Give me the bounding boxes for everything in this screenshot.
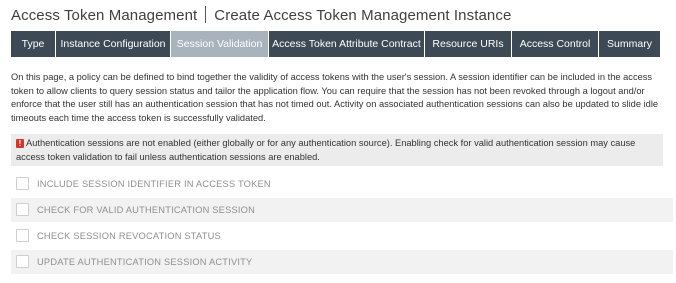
tab-access-control[interactable]: Access Control [512, 31, 598, 57]
include-session-identifier-checkbox[interactable] [16, 177, 29, 190]
warning-text: Authentication sessions are not enabled … [16, 138, 636, 162]
tab-summary[interactable]: Summary [599, 31, 660, 57]
option-label: INCLUDE SESSION IDENTIFIER IN ACCESS TOK… [37, 179, 271, 189]
option-label: CHECK SESSION REVOCATION STATUS [37, 231, 221, 241]
tab-access-token-attribute-contract[interactable]: Access Token Attribute Contract [269, 31, 424, 57]
tab-resource-uris[interactable]: Resource URIs [425, 31, 511, 57]
option-check-revocation-status: CHECK SESSION REVOCATION STATUS [11, 224, 673, 248]
option-include-session-identifier: INCLUDE SESSION IDENTIFIER IN ACCESS TOK… [11, 172, 673, 196]
page-title: Access Token Management Create Access Tok… [11, 6, 511, 24]
alert-icon: ! [16, 139, 24, 148]
option-label: CHECK FOR VALID AUTHENTICATION SESSION [37, 205, 256, 215]
tab-type[interactable]: Type [11, 31, 55, 57]
option-update-session-activity: UPDATE AUTHENTICATION SESSION ACTIVITY [11, 250, 673, 274]
wizard-tabs: Type Instance Configuration Session Vali… [11, 31, 661, 57]
check-revocation-status-checkbox[interactable] [16, 229, 29, 242]
title-separator [205, 6, 207, 23]
header-section: Access Token Management [11, 7, 198, 24]
option-check-valid-session: CHECK FOR VALID AUTHENTICATION SESSION [11, 198, 673, 222]
warning-message: ! Authentication sessions are not enabled… [11, 134, 663, 166]
header-title: Create Access Token Management Instance [214, 7, 512, 24]
tab-instance-configuration[interactable]: Instance Configuration [56, 31, 170, 57]
tab-session-validation[interactable]: Session Validation [171, 31, 268, 57]
update-session-activity-checkbox[interactable] [16, 255, 29, 268]
intro-text: On this page, a policy can be defined to… [11, 72, 659, 123]
option-label: UPDATE AUTHENTICATION SESSION ACTIVITY [37, 257, 253, 267]
check-valid-session-checkbox[interactable] [16, 203, 29, 216]
